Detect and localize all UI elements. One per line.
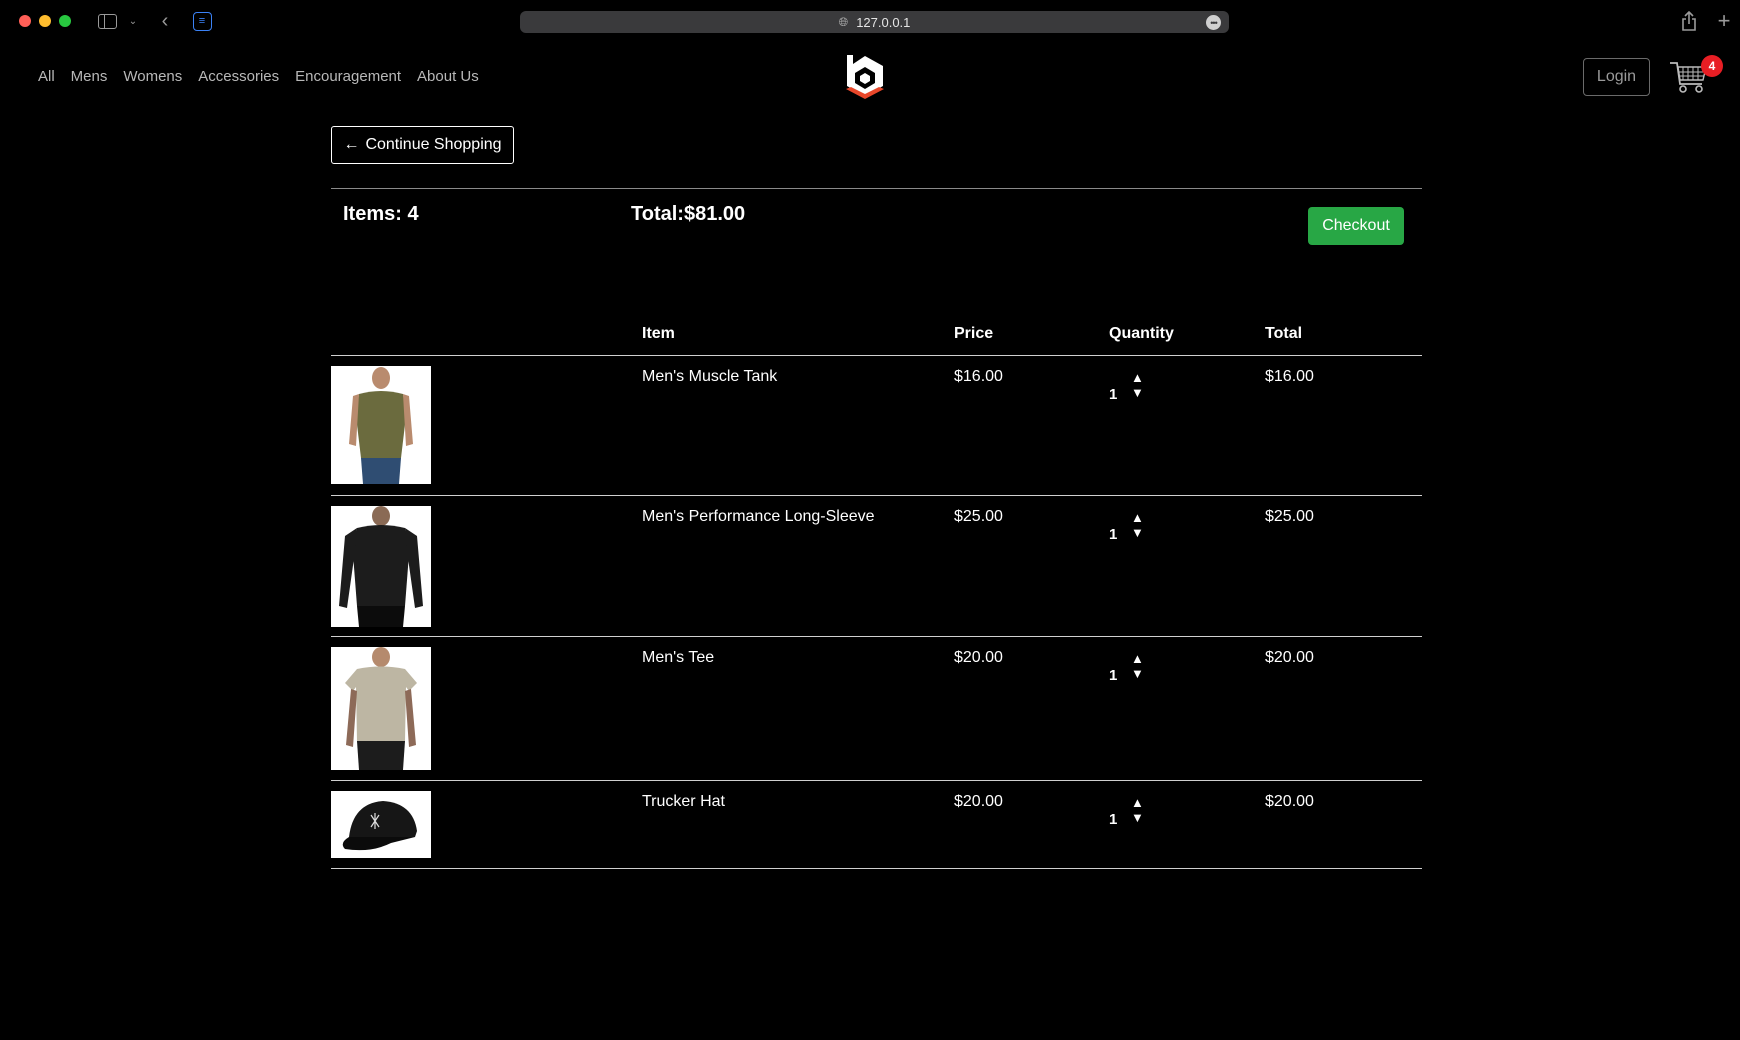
arrow-left-icon: ← — [343, 136, 360, 153]
globe-icon: 🌐︎ — [838, 14, 849, 29]
items-count: Items: 4 — [343, 203, 419, 225]
item-price: $20.00 — [954, 793, 1003, 810]
increase-quantity-icon[interactable]: ▲ — [1131, 370, 1144, 385]
item-price: $25.00 — [954, 508, 1003, 525]
continue-shopping-label: Continue Shopping — [365, 136, 502, 153]
product-image[interactable] — [331, 791, 431, 858]
nav-link-encouragement[interactable]: Encouragement — [295, 68, 401, 85]
chevron-down-icon[interactable]: ⌄ — [126, 10, 140, 32]
zoom-window-button[interactable] — [59, 15, 71, 27]
item-total: $16.00 — [1265, 368, 1314, 385]
minimize-window-button[interactable] — [39, 15, 51, 27]
nav-link-mens[interactable]: Mens — [71, 68, 108, 85]
header-price: Price — [954, 325, 994, 342]
item-total: $20.00 — [1265, 793, 1314, 810]
new-tab-icon[interactable]: + — [1715, 8, 1733, 33]
nav-link-accessories[interactable]: Accessories — [198, 68, 279, 85]
nav-link-about-us[interactable]: About Us — [417, 68, 479, 85]
table-row: Trucker Hat $20.00 ▲ 1 ▼ $20.00 — [331, 781, 1422, 869]
item-total: $25.00 — [1265, 508, 1314, 525]
quantity-value: 1 — [1109, 667, 1118, 684]
quantity-value: 1 — [1109, 526, 1118, 543]
decrease-quantity-icon[interactable]: ▼ — [1131, 385, 1144, 400]
cart-summary: Items: 4 Total:$81.00 Checkout — [331, 188, 1422, 262]
extension-icon[interactable]: ≡ — [192, 10, 212, 32]
item-name[interactable]: Trucker Hat — [642, 793, 725, 811]
product-image[interactable] — [331, 366, 431, 484]
table-header: Item Price Quantity Total — [331, 318, 1422, 356]
browser-toolbar: ⌄ ‹ ≡ 🌐︎ 127.0.0.1 ••• + — [0, 0, 1740, 44]
continue-shopping-button[interactable]: ← Continue Shopping — [331, 126, 514, 164]
decrease-quantity-icon[interactable]: ▼ — [1131, 810, 1144, 825]
decrease-quantity-icon[interactable]: ▼ — [1131, 525, 1144, 540]
quantity-stepper: ▲ 1 ▼ — [1109, 795, 1149, 829]
quantity-stepper: ▲ 1 ▼ — [1109, 510, 1149, 544]
cart-total: Total:$81.00 — [631, 203, 746, 225]
table-row: Men's Performance Long-Sleeve $25.00 ▲ 1… — [331, 496, 1422, 637]
address-bar[interactable]: 🌐︎ 127.0.0.1 ••• — [520, 11, 1229, 33]
nav-links: All Mens Womens Accessories Encouragemen… — [38, 68, 479, 85]
quantity-value: 1 — [1109, 386, 1118, 403]
nav-link-all[interactable]: All — [38, 68, 55, 85]
share-icon[interactable] — [1680, 10, 1698, 32]
quantity-stepper: ▲ 1 ▼ — [1109, 370, 1149, 404]
increase-quantity-icon[interactable]: ▲ — [1131, 510, 1144, 525]
cart-table: Item Price Quantity Total Men's Muscle T… — [331, 318, 1422, 869]
brand-logo[interactable] — [842, 52, 888, 100]
item-name[interactable]: Men's Tee — [642, 649, 714, 667]
quantity-stepper: ▲ 1 ▼ — [1109, 651, 1149, 685]
increase-quantity-icon[interactable]: ▲ — [1131, 651, 1144, 666]
more-icon[interactable]: ••• — [1206, 15, 1221, 30]
nav-link-womens[interactable]: Womens — [123, 68, 182, 85]
table-row: Men's Tee $20.00 ▲ 1 ▼ $20.00 — [331, 637, 1422, 781]
item-name[interactable]: Men's Performance Long-Sleeve — [642, 508, 875, 526]
item-total: $20.00 — [1265, 649, 1314, 666]
close-window-button[interactable] — [19, 15, 31, 27]
item-price: $16.00 — [954, 368, 1003, 385]
header-quantity: Quantity — [1109, 325, 1174, 342]
url-text: 127.0.0.1 — [856, 14, 911, 30]
back-arrow-icon[interactable]: ‹ — [158, 10, 172, 32]
checkout-button[interactable]: Checkout — [1308, 207, 1404, 245]
login-button[interactable]: Login — [1583, 58, 1650, 96]
cart-count-badge: 4 — [1701, 55, 1723, 77]
product-image[interactable] — [331, 506, 431, 627]
header-item: Item — [642, 325, 675, 342]
sidebar-icon[interactable] — [96, 10, 118, 32]
quantity-value: 1 — [1109, 811, 1118, 828]
table-row: Men's Muscle Tank $16.00 ▲ 1 ▼ $16.00 — [331, 356, 1422, 496]
product-image[interactable] — [331, 647, 431, 770]
item-name[interactable]: Men's Muscle Tank — [642, 368, 777, 386]
item-price: $20.00 — [954, 649, 1003, 666]
header-total: Total — [1265, 325, 1303, 342]
decrease-quantity-icon[interactable]: ▼ — [1131, 666, 1144, 681]
increase-quantity-icon[interactable]: ▲ — [1131, 795, 1144, 810]
